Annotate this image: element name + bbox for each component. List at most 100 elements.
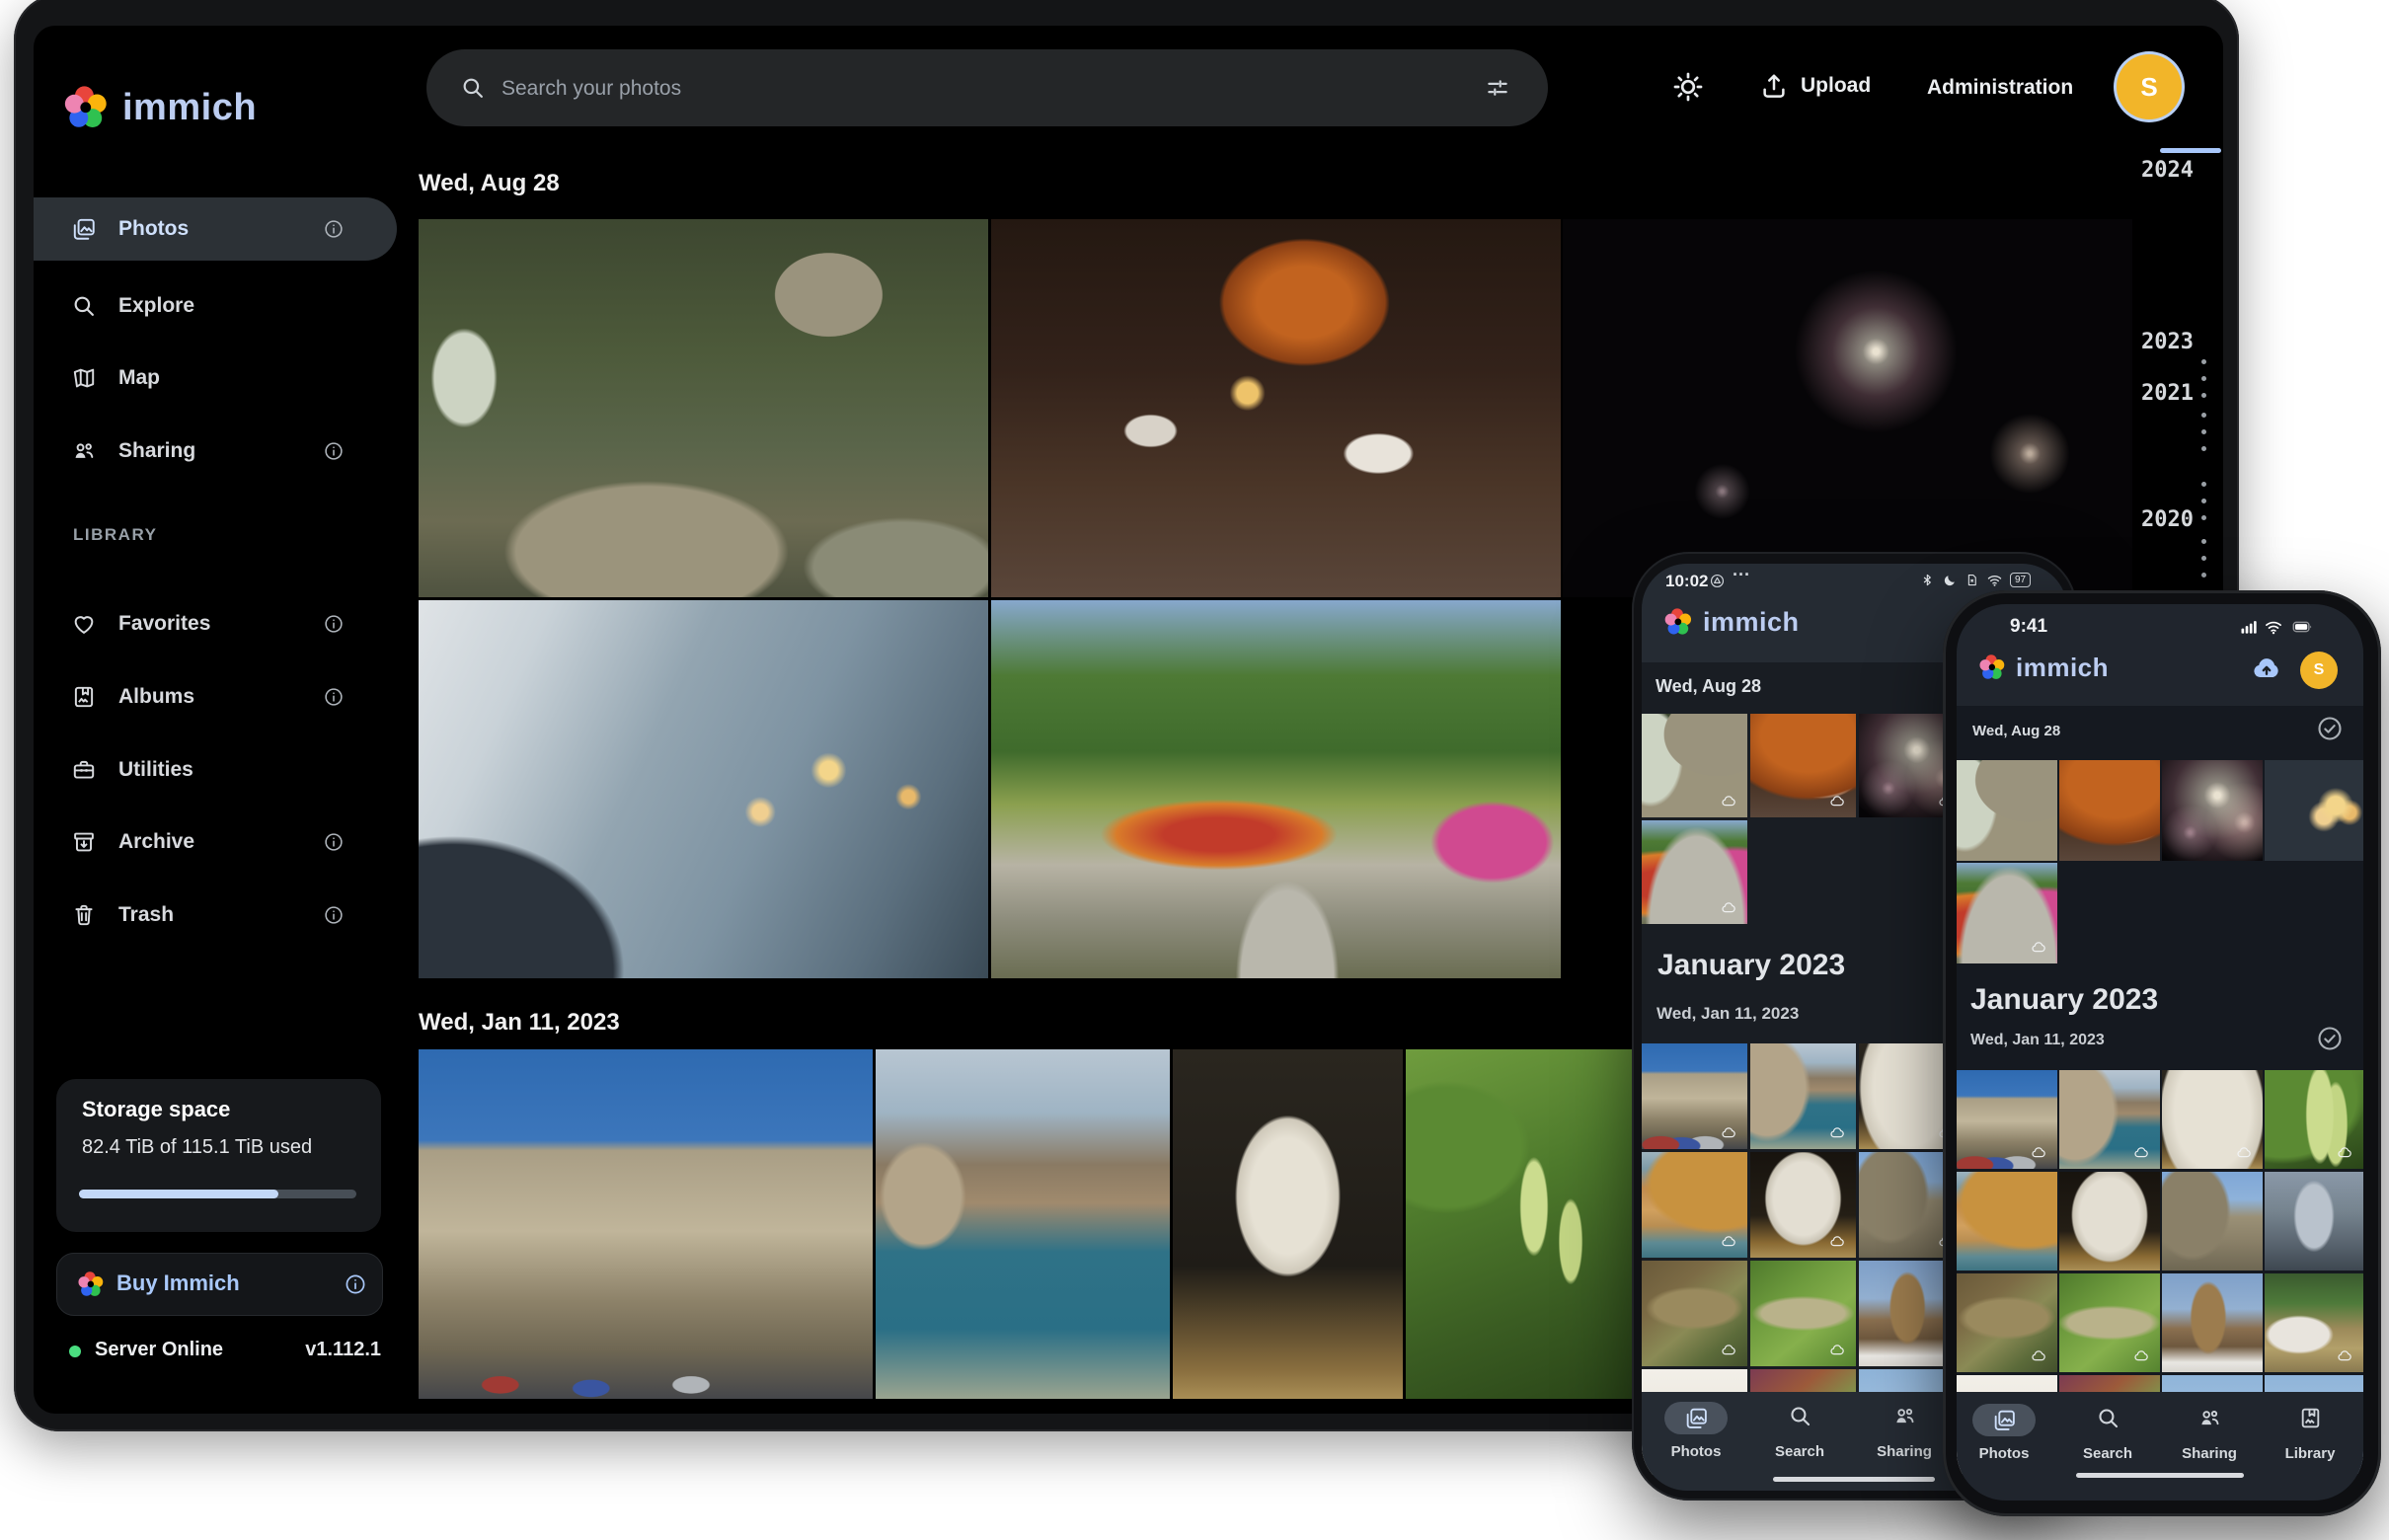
thumb-winter-church[interactable]: [2162, 1273, 2263, 1372]
search-bar[interactable]: [426, 49, 1548, 126]
thumb-fortress[interactable]: [1642, 1043, 1747, 1149]
tab-sharing[interactable]: Sharing: [1865, 1443, 1944, 1460]
album-icon: [2298, 1406, 2323, 1430]
thumb-lizard-brown[interactable]: [1957, 1273, 2057, 1372]
filter-tune-icon[interactable]: [1485, 75, 1510, 101]
tab-search[interactable]: Search: [2068, 1445, 2147, 1462]
user-avatar[interactable]: S: [2117, 54, 2182, 119]
search-input[interactable]: [500, 49, 1451, 128]
cloud-icon: [2028, 1348, 2049, 1364]
tab-library[interactable]: Library: [2271, 1445, 2350, 1462]
photo-autumn-park[interactable]: [991, 600, 1561, 978]
sidebar-item-map[interactable]: Map: [34, 346, 397, 410]
photo-autumn-dinner[interactable]: [991, 219, 1561, 597]
info-icon[interactable]: [323, 613, 345, 635]
tab-sharing[interactable]: Sharing: [2170, 1445, 2249, 1462]
upload-button[interactable]: Upload: [1759, 71, 1871, 101]
app-logo[interactable]: immich: [59, 81, 257, 134]
scrubber-year-2024[interactable]: 2024: [2115, 158, 2194, 183]
thumb-dinner[interactable]: [1750, 714, 1856, 817]
people-icon: [71, 438, 97, 464]
cloud-icon: [1718, 1343, 1739, 1358]
tab-photos[interactable]: Photos: [1657, 1443, 1735, 1460]
thumb-lizard-moss[interactable]: [1750, 1261, 1856, 1366]
thumb-rock-sculpture[interactable]: [1750, 1152, 1856, 1258]
date-header-aug28: Wed, Aug 28: [419, 170, 560, 197]
sidebar-item-albums[interactable]: Albums: [34, 665, 397, 729]
thumb-coastal[interactable]: [2059, 1070, 2160, 1169]
thumb-autumn-park[interactable]: [1642, 820, 1747, 924]
info-icon[interactable]: [323, 440, 345, 462]
storage-usage: 82.4 TiB of 115.1 TiB used: [82, 1136, 312, 1159]
thumb-statue[interactable]: [2265, 1172, 2363, 1270]
thumb-lizard-moss[interactable]: [2059, 1273, 2160, 1372]
thumb-hands[interactable]: [2265, 760, 2363, 861]
photo-marble-bust[interactable]: [1173, 1049, 1403, 1399]
thumb-zoo[interactable]: [1642, 714, 1747, 817]
server-version: v1.112.1: [282, 1339, 381, 1361]
scrubber-year-2020[interactable]: 2020: [2115, 507, 2194, 532]
photo-zoo-monkeys[interactable]: [419, 219, 988, 597]
thumb-stone-ruins[interactable]: [2162, 1172, 2263, 1270]
storage-title: Storage space: [82, 1097, 230, 1122]
search-icon: [71, 293, 97, 319]
archive-icon: [71, 829, 97, 855]
sidebar-section-library: LIBRARY: [73, 525, 157, 545]
photo-fireworks[interactable]: [1563, 219, 2132, 597]
bluetooth-icon: [1920, 573, 1935, 587]
tab-search[interactable]: Search: [1760, 1443, 1839, 1460]
scrubber-year-2023[interactable]: 2023: [2115, 330, 2194, 354]
tab-photos[interactable]: Photos: [1965, 1445, 2043, 1462]
heart-icon: [71, 611, 97, 637]
sidebar-item-photos[interactable]: Photos: [34, 197, 397, 261]
sidebar-item-utilities[interactable]: Utilities: [34, 738, 397, 802]
sidebar-item-trash[interactable]: Trash: [34, 884, 397, 947]
photo-sea-grapes[interactable]: [1406, 1049, 1635, 1399]
photo-coastal-town[interactable]: [876, 1049, 1170, 1399]
thumb-coastal[interactable]: [1750, 1043, 1856, 1149]
phone2-clock: 9:41: [2010, 616, 2047, 638]
trash-icon: [71, 902, 97, 928]
sim-missing-icon: [1965, 573, 1979, 587]
thumb-dinner[interactable]: [2059, 760, 2160, 861]
info-icon[interactable]: [323, 686, 345, 708]
sidebar-item-sharing[interactable]: Sharing: [34, 420, 397, 483]
photo-fortress-walls[interactable]: [419, 1049, 873, 1399]
immich-logo-icon: [1661, 605, 1695, 639]
cloud-backup-icon[interactable]: [2251, 654, 2282, 685]
thumb-zoo[interactable]: [1957, 760, 2057, 861]
phone1-app-logo: immich: [1661, 605, 1800, 639]
scrubber-year-2021[interactable]: 2021: [2115, 381, 2194, 406]
thumb-rock-sculpture[interactable]: [2059, 1172, 2160, 1270]
buy-immich-button[interactable]: Buy Immich: [56, 1253, 383, 1316]
thumb-beach-cliff[interactable]: [1957, 1172, 2057, 1270]
thumb-fireworks[interactable]: [2162, 760, 2263, 861]
sidebar-item-explore[interactable]: Explore: [34, 274, 397, 338]
thumb-alpine-village[interactable]: [2265, 1273, 2363, 1372]
thumb-bust[interactable]: [2162, 1070, 2263, 1169]
theme-toggle-button[interactable]: [1671, 70, 1705, 104]
server-status-label: Server Online: [95, 1339, 223, 1361]
scrubber-position-line[interactable]: [2160, 148, 2221, 153]
phone2-month-header: January 2023: [1970, 983, 2158, 1017]
info-icon[interactable]: [323, 831, 345, 853]
phone1-date-group1: Wed, Aug 28: [1656, 676, 1761, 697]
thumb-lizard-brown[interactable]: [1642, 1261, 1747, 1366]
select-check-icon[interactable]: [2316, 1025, 2344, 1052]
info-icon[interactable]: [323, 904, 345, 926]
phone2-avatar[interactable]: S: [2300, 652, 2338, 689]
info-icon[interactable]: [323, 218, 345, 240]
thumb-fortress[interactable]: [1957, 1070, 2057, 1169]
administration-link[interactable]: Administration: [1927, 76, 2073, 100]
photo-holding-hands[interactable]: [419, 600, 988, 978]
cloud-icon: [2233, 1145, 2255, 1161]
sidebar-item-archive[interactable]: Archive: [34, 810, 397, 874]
home-indicator: [1773, 1477, 1935, 1482]
thumb-berries[interactable]: [2265, 1070, 2363, 1169]
thumb-autumn-park[interactable]: [1957, 863, 2057, 963]
info-icon[interactable]: [344, 1272, 367, 1296]
sidebar-item-favorites[interactable]: Favorites: [34, 592, 397, 655]
people-icon: [1892, 1404, 1917, 1428]
select-check-icon[interactable]: [2316, 715, 2344, 742]
thumb-beach-cliff[interactable]: [1642, 1152, 1747, 1258]
